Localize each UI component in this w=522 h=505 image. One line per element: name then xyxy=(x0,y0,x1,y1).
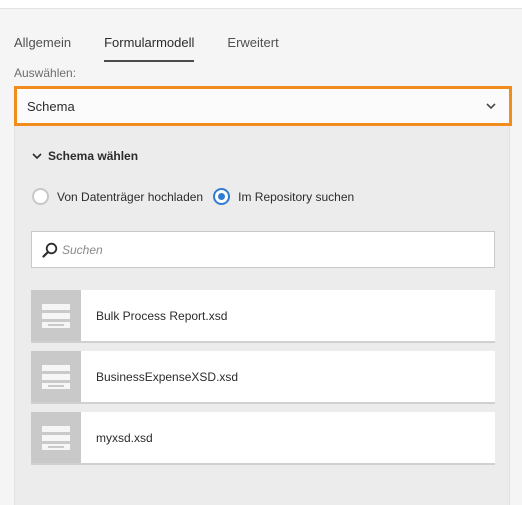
radio-repository-label: Im Repository suchen xyxy=(238,189,355,204)
chevron-down-icon xyxy=(486,103,496,110)
tab-formularmodell[interactable]: Formularmodell xyxy=(104,34,195,62)
radio-search-repository[interactable]: Im Repository suchen xyxy=(213,188,354,205)
schema-list: Bulk Process Report.xsd BusinessExpenseX… xyxy=(31,290,495,473)
document-icon xyxy=(31,412,81,463)
select-value: Schema xyxy=(27,98,75,114)
section-toggle[interactable]: Schema wählen xyxy=(32,149,138,163)
radio-upload-from-disk[interactable]: Von Datenträger hochladen xyxy=(32,188,203,205)
document-icon xyxy=(31,351,81,402)
chevron-down-icon xyxy=(32,153,42,160)
list-item-name: myxsd.xsd xyxy=(96,430,153,445)
select-label: Auswählen: xyxy=(14,66,77,80)
source-radio-group: Von Datenträger hochladen Im Repository … xyxy=(32,188,364,205)
section-title: Schema wählen xyxy=(48,149,139,163)
tab-allgemein[interactable]: Allgemein xyxy=(14,34,71,62)
schema-panel: Schema wählen Von Datenträger hochladen … xyxy=(14,126,510,505)
radio-upload-circle[interactable] xyxy=(32,188,49,205)
top-bar xyxy=(0,0,522,9)
search-icon xyxy=(42,242,58,258)
list-item[interactable]: myxsd.xsd xyxy=(31,412,495,465)
list-item-name: Bulk Process Report.xsd xyxy=(96,308,228,323)
list-item[interactable]: BusinessExpenseXSD.xsd xyxy=(31,351,495,404)
tab-bar: Allgemein Formularmodell Erweitert xyxy=(14,34,312,62)
radio-repository-circle[interactable] xyxy=(213,188,231,205)
search-input[interactable] xyxy=(62,242,462,257)
search-box[interactable] xyxy=(31,231,495,268)
tab-erweitert[interactable]: Erweitert xyxy=(227,34,278,62)
model-type-select[interactable]: Schema xyxy=(14,86,512,126)
document-icon xyxy=(31,290,81,341)
list-item[interactable]: Bulk Process Report.xsd xyxy=(31,290,495,343)
radio-upload-label: Von Datenträger hochladen xyxy=(57,189,204,204)
list-item-name: BusinessExpenseXSD.xsd xyxy=(96,369,239,384)
